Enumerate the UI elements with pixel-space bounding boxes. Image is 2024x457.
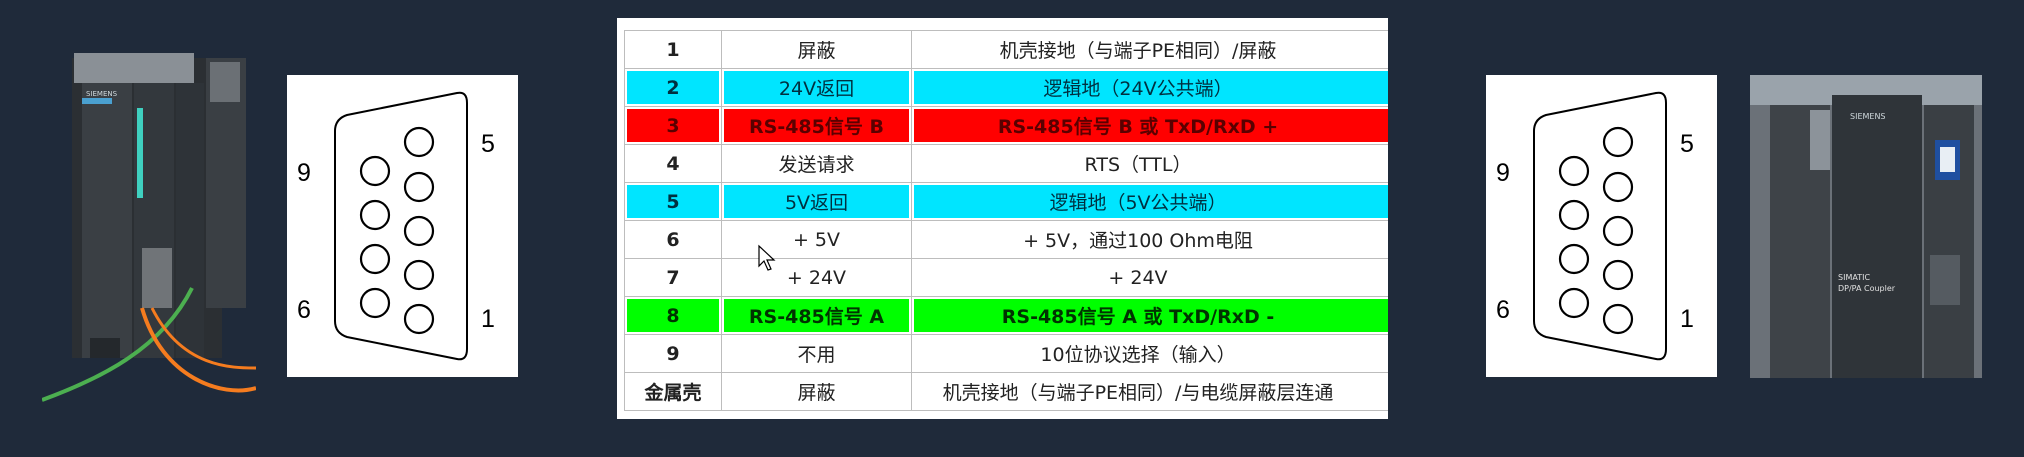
pin-number-cell: 4 — [624, 144, 722, 183]
pin-signal-cell: 不用 — [721, 334, 912, 373]
pin-signal-cell: 5V返回 — [721, 182, 912, 221]
right-pin-label-1: 1 — [1680, 305, 1694, 333]
pin-number-cell: 3 — [624, 106, 722, 145]
pin-assignment-table: 1 屏蔽 机壳接地（与端子PE相同）/屏蔽 2 24V返回 逻辑地（24V公共端） 3 RS-… — [624, 30, 1388, 411]
right-device-label-2: DP/PA Coupler — [1838, 284, 1896, 293]
pin-description-cell: 逻辑地（24V公共端） — [911, 68, 1388, 107]
left-db9-connector-diagram: 5 9 6 1 — [287, 75, 518, 377]
pin-assignment-table-panel: 1 屏蔽 机壳接地（与端子PE相同）/屏蔽 2 24V返回 逻辑地（24V公共端） 3 RS-… — [617, 18, 1388, 419]
left-pin-label-9: 9 — [297, 159, 311, 187]
pin-row-1: 1 屏蔽 机壳接地（与端子PE相同）/屏蔽 — [624, 30, 1388, 69]
left-pin-label-6: 6 — [297, 296, 311, 324]
right-dp-pa-coupler-image: SIEMENS SIMATIC DP/PA Coupler — [1750, 75, 1982, 378]
pin-row-5: 5 5V返回 逻辑地（5V公共端） — [624, 182, 1388, 221]
left-pin-label-1: 1 — [481, 305, 495, 333]
right-device-brand: SIEMENS — [1850, 112, 1886, 121]
pin-description-cell: RS-485信号 A 或 TxD/RxD - — [911, 296, 1388, 335]
pin-description-cell: 机壳接地（与端子PE相同）/屏蔽 — [911, 30, 1388, 69]
left-pin-label-5: 5 — [481, 130, 495, 158]
pin-signal-cell: + 24V — [721, 258, 912, 297]
pin-number-cell: 5 — [624, 182, 722, 221]
pin-number-cell: 8 — [624, 296, 722, 335]
pin-row-8: 8 RS-485信号 A RS-485信号 A 或 TxD/RxD - — [624, 296, 1388, 335]
mouse-cursor-icon — [758, 244, 776, 271]
pin-description-cell: 机壳接地（与端子PE相同）/与电缆屏蔽层连通 — [911, 372, 1388, 411]
right-pin-label-5: 5 — [1680, 130, 1694, 158]
pin-signal-cell: 发送请求 — [721, 144, 912, 183]
pin-signal-cell: 屏蔽 — [721, 30, 912, 69]
pin-row-3: 3 RS-485信号 B RS-485信号 B 或 TxD/RxD + — [624, 106, 1388, 145]
pin-description-cell: + 24V — [911, 258, 1388, 297]
pin-signal-cell: RS-485信号 A — [721, 296, 912, 335]
right-pin-label-6: 6 — [1496, 296, 1510, 324]
pin-description-cell: RTS（TTL） — [911, 144, 1388, 183]
pin-description-cell: RS-485信号 B 或 TxD/RxD + — [911, 106, 1388, 145]
pin-row-7: 7 + 24V + 24V — [624, 258, 1388, 297]
pin-signal-cell: 24V返回 — [721, 68, 912, 107]
right-device-label-1: SIMATIC — [1838, 273, 1870, 282]
pin-number-cell: 2 — [624, 68, 722, 107]
pin-row-6: 6 + 5V + 5V，通过100 Ohm电阻 — [624, 220, 1388, 259]
pin-row-2: 2 24V返回 逻辑地（24V公共端） — [624, 68, 1388, 107]
pin-signal-cell: RS-485信号 B — [721, 106, 912, 145]
pin-number-cell: 9 — [624, 334, 722, 373]
pin-number-cell: 金属壳 — [624, 372, 722, 411]
pin-description-cell: + 5V，通过100 Ohm电阻 — [911, 220, 1388, 259]
left-device-brand: SIEMENS — [86, 90, 118, 98]
pin-row-10: 金属壳 屏蔽 机壳接地（与端子PE相同）/与电缆屏蔽层连通 — [624, 372, 1388, 411]
pin-description-cell: 逻辑地（5V公共端） — [911, 182, 1388, 221]
pin-number-cell: 6 — [624, 220, 722, 259]
pin-number-cell: 1 — [624, 30, 722, 69]
right-pin-label-9: 9 — [1496, 159, 1510, 187]
right-db9-connector-diagram: 5 9 6 1 — [1486, 75, 1717, 377]
left-plc-device-image: SIEMENS — [41, 48, 257, 406]
pin-signal-cell: 屏蔽 — [721, 372, 912, 411]
pin-row-9: 9 不用 10位协议选择（输入） — [624, 334, 1388, 373]
pin-description-cell: 10位协议选择（输入） — [911, 334, 1388, 373]
pin-row-4: 4 发送请求 RTS（TTL） — [624, 144, 1388, 183]
pin-signal-cell: + 5V — [721, 220, 912, 259]
pin-number-cell: 7 — [624, 258, 722, 297]
